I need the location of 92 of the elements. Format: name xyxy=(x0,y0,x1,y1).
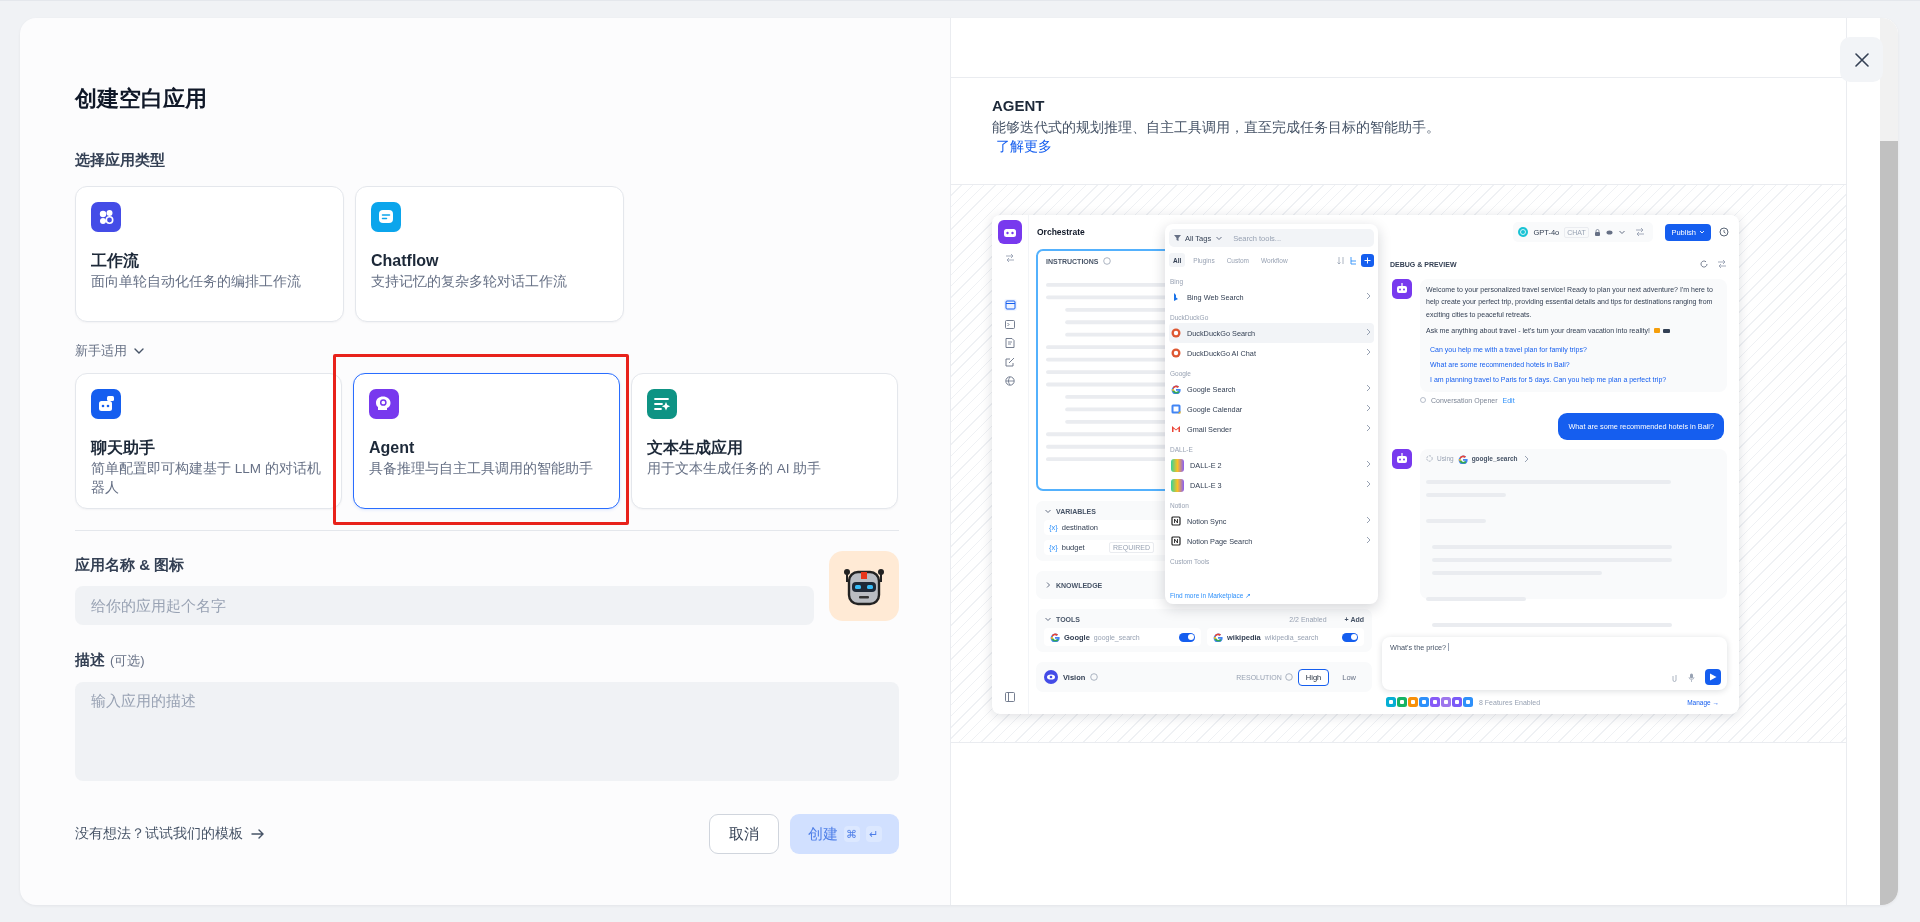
learn-more-link[interactable]: 了解更多 xyxy=(996,137,1052,156)
toggle-switch[interactable] xyxy=(1342,632,1358,642)
caret-icon xyxy=(1617,228,1626,236)
nodes-icon xyxy=(91,202,121,232)
feature-icon xyxy=(1408,697,1418,707)
card-description: 用于文本生成任务的 AI 助手 xyxy=(647,460,823,478)
app-type-card[interactable]: 工作流 面向单轮自动化任务的编排工作流 xyxy=(75,186,344,322)
swap-icon[interactable] xyxy=(1717,259,1727,269)
info-icon xyxy=(1102,257,1111,265)
calendar-icon xyxy=(1171,404,1181,414)
head-gear-icon xyxy=(369,389,399,419)
refresh-icon[interactable] xyxy=(1699,259,1709,269)
card-title: Chatflow xyxy=(371,251,440,271)
feature-icon xyxy=(1419,697,1429,707)
bot-logo-icon xyxy=(998,220,1022,244)
feature-icon xyxy=(1441,697,1451,707)
field-label: 描述 xyxy=(75,650,105,670)
feature-icon xyxy=(1452,697,1462,707)
text-sparkle-icon xyxy=(647,389,677,419)
app-type-description: 能够迭代式的规划推理、自主工具调用，直至完成任务目标的智能助手。 xyxy=(992,119,1441,137)
swap-icon[interactable] xyxy=(1005,253,1015,263)
feature-icon xyxy=(1430,697,1440,707)
history-icon[interactable] xyxy=(1719,227,1729,237)
g-ring-icon xyxy=(1457,453,1468,464)
swap-icon[interactable] xyxy=(1635,227,1646,237)
microphone-icon[interactable] xyxy=(1688,672,1695,682)
chat-bubble-icon xyxy=(371,202,401,232)
play-icon xyxy=(1709,673,1717,681)
chat-icon xyxy=(1420,397,1426,404)
robot-chat-icon xyxy=(91,389,121,419)
section-label: 选择应用类型 xyxy=(75,150,166,170)
card-title: 文本生成应用 xyxy=(647,438,744,458)
app-type-card[interactable]: 文本生成应用 用于文本生成任务的 AI 助手 xyxy=(631,373,898,509)
template-link[interactable]: 没有想法？试试我们的模板 xyxy=(75,825,243,843)
g-ring-icon xyxy=(1171,384,1181,394)
send-button[interactable] xyxy=(1705,669,1721,685)
feature-icon xyxy=(1463,697,1473,707)
terminal-icon[interactable] xyxy=(1005,320,1015,329)
app-type-card[interactable]: Agent 具备推理与自主工具调用的智能助手 xyxy=(353,373,620,509)
toggle-switch[interactable] xyxy=(1179,632,1195,642)
bot-avatar-icon xyxy=(1392,448,1412,469)
hierarchy-icon[interactable] xyxy=(1349,255,1357,265)
gradient-tile-icon xyxy=(1171,458,1184,472)
filter-icon xyxy=(1174,234,1181,242)
close-button[interactable] xyxy=(1840,37,1883,82)
robot-avatar-icon[interactable] xyxy=(829,551,899,621)
dialog-title: 创建空白应用 xyxy=(75,85,208,113)
close-icon xyxy=(1854,52,1869,67)
add-button[interactable] xyxy=(1361,253,1374,267)
feature-icon xyxy=(1386,697,1396,707)
g-ring-icon xyxy=(1050,632,1060,642)
lock-icon xyxy=(1593,228,1601,236)
info-icon xyxy=(1284,673,1293,681)
caret-icon xyxy=(1699,229,1705,235)
section-label: 新手适用 xyxy=(75,343,127,359)
field-label: 应用名称 & 图标 xyxy=(75,555,186,575)
paperclip-icon[interactable] xyxy=(1671,672,1678,682)
edit-icon[interactable] xyxy=(1005,357,1015,367)
info-icon xyxy=(1090,673,1099,681)
eye-icon xyxy=(1605,228,1613,236)
window-icon[interactable] xyxy=(1003,299,1017,311)
card-title: 聊天助手 xyxy=(91,438,156,458)
page-title: Orchestrate xyxy=(1037,227,1085,237)
sidebar-toggle-icon[interactable] xyxy=(1005,692,1015,702)
gradient-tile-icon xyxy=(1171,478,1184,492)
spinner-icon xyxy=(1426,455,1433,463)
arrow-right-icon xyxy=(251,827,265,841)
eye-icon xyxy=(1044,670,1058,684)
card-title: 工作流 xyxy=(91,251,140,271)
card-description: 具备推理与自主工具调用的智能助手 xyxy=(369,460,594,478)
app-type-card[interactable]: 聊天助手 简单配置即可构建基于 LLM 的对话机器人 xyxy=(75,373,342,509)
feature-icon xyxy=(1397,697,1407,707)
description-input-field[interactable]: 输入应用的描述 xyxy=(75,682,899,781)
caret-icon xyxy=(1215,234,1224,242)
envelope-icon xyxy=(1171,424,1181,434)
app-type-title: AGENT xyxy=(992,96,1046,116)
document-icon[interactable] xyxy=(1005,338,1015,348)
app-type-card[interactable]: Chatflow 支持记忆的复杂多轮对话工作流 xyxy=(355,186,624,322)
card-title: Agent xyxy=(369,438,416,458)
bot-avatar-icon xyxy=(1392,279,1412,299)
plus-icon xyxy=(1364,256,1371,264)
name-input-field[interactable]: 给你的应用起个名字 xyxy=(75,586,814,625)
card-description: 简单配置即可构建基于 LLM 的对话机器人 xyxy=(91,460,322,497)
cancel-button[interactable]: 取消 xyxy=(709,814,779,854)
scrollbar-thumb[interactable] xyxy=(1880,141,1898,905)
g-ring-icon xyxy=(1213,632,1223,642)
optional-hint: (可选) xyxy=(110,652,145,670)
globe-icon[interactable] xyxy=(1005,376,1015,386)
chevron-icon xyxy=(1364,291,1372,301)
card-description: 支持记忆的复杂多轮对话工作流 xyxy=(371,273,568,291)
card-description: 面向单轮自动化任务的编排工作流 xyxy=(91,273,302,291)
model-logo-icon xyxy=(1518,227,1529,237)
